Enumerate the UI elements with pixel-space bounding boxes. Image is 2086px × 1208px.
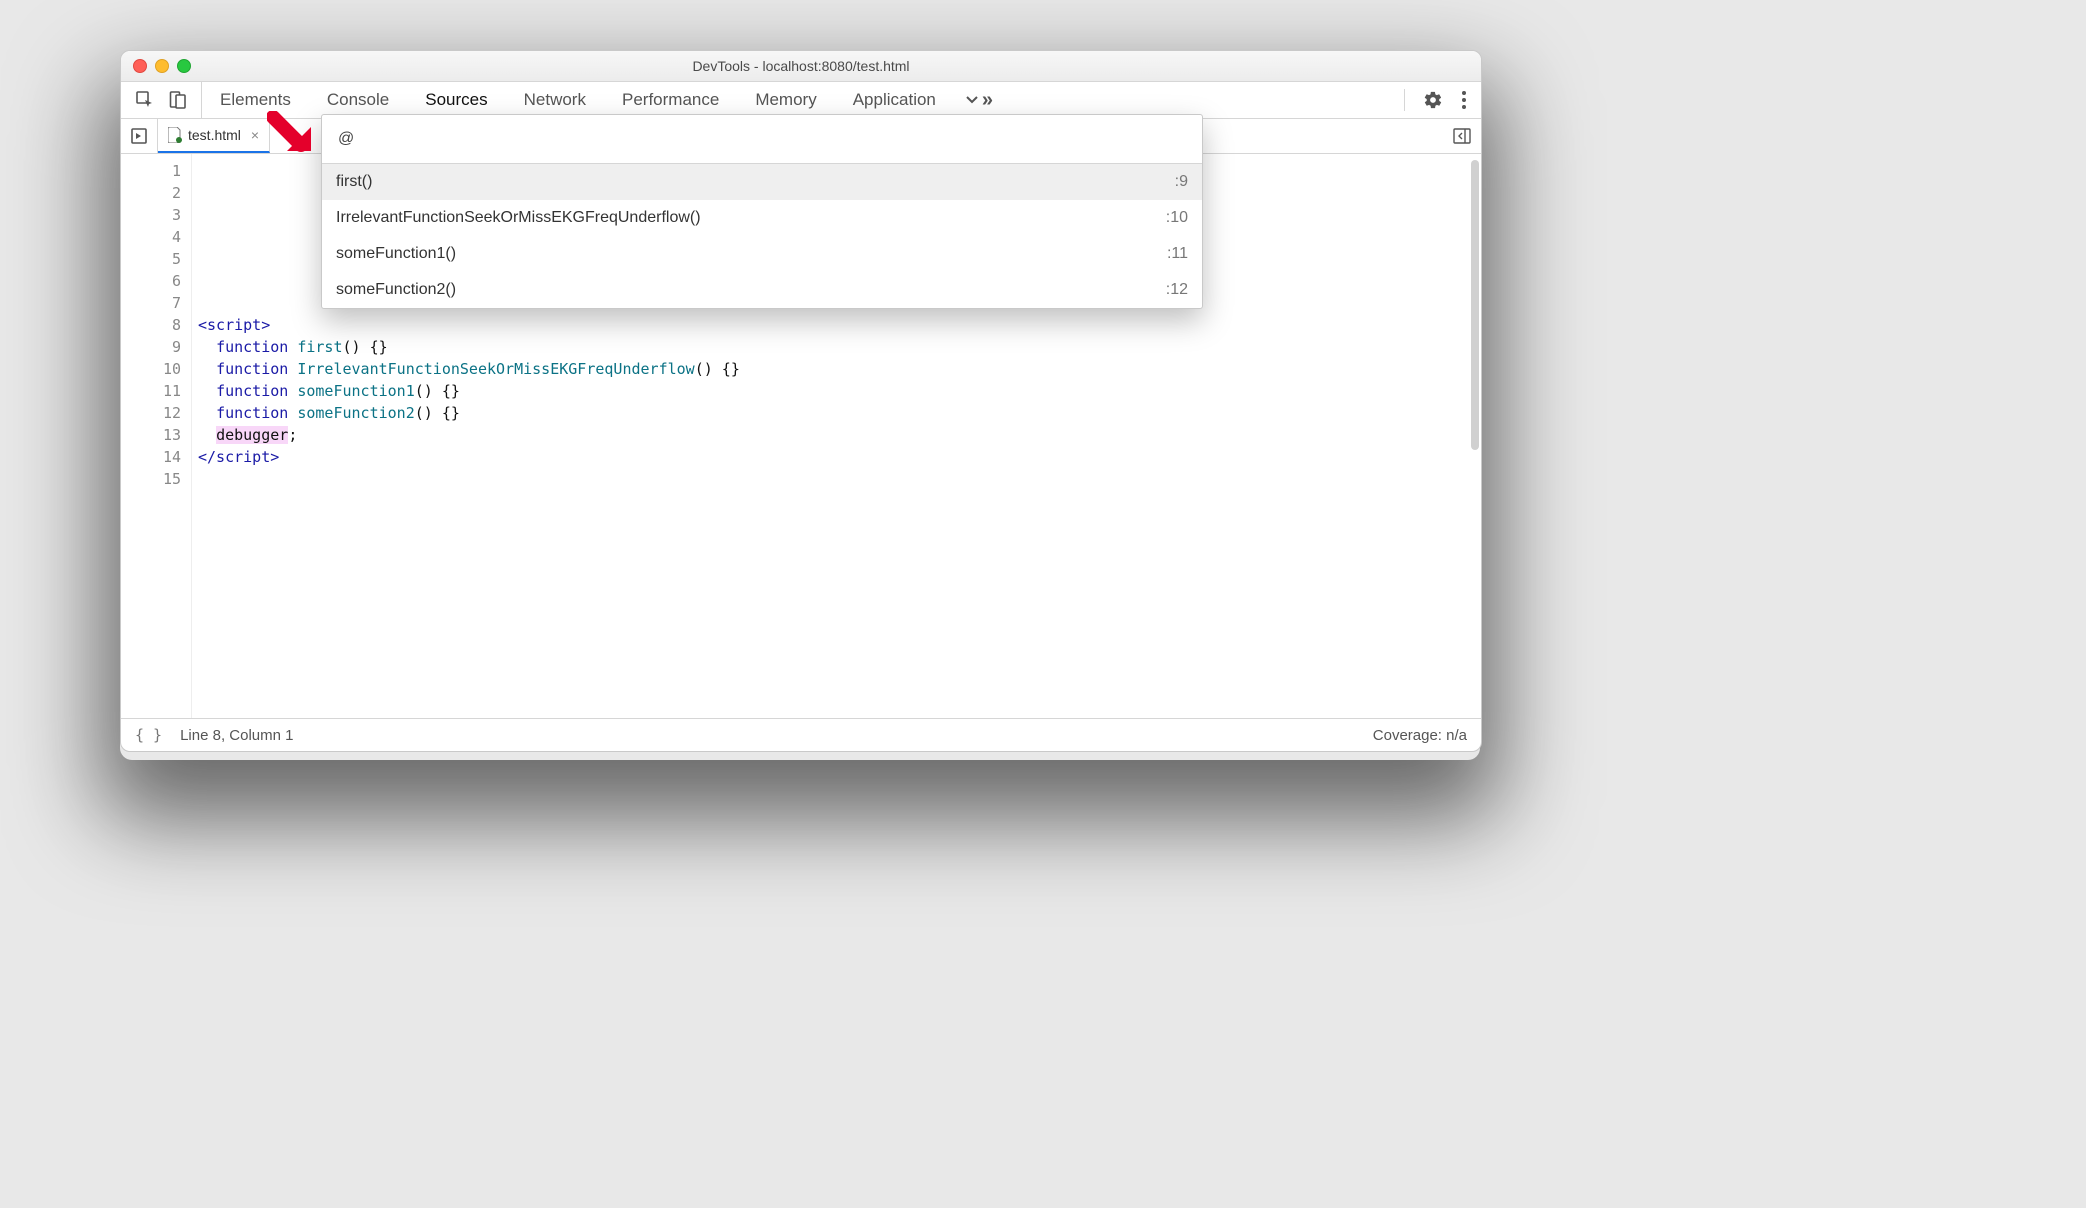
quick-open-input[interactable]: [336, 129, 1188, 149]
close-tab-icon[interactable]: ×: [251, 127, 259, 143]
quick-open-row-line: :10: [1166, 209, 1188, 227]
tab-performance[interactable]: Performance: [604, 82, 737, 118]
tab-sources[interactable]: Sources: [407, 82, 505, 118]
tab-application[interactable]: Application: [835, 82, 954, 118]
quick-open-row-label: someFunction2(): [336, 281, 456, 299]
tab-memory[interactable]: Memory: [737, 82, 834, 118]
kebab-menu-icon[interactable]: [1461, 90, 1467, 110]
quick-open-row-label: someFunction1(): [336, 245, 456, 263]
file-tab-test-html[interactable]: test.html ×: [158, 119, 270, 153]
annotation-arrow-icon: [267, 111, 321, 170]
quick-open-popup: first() :9 IrrelevantFunctionSeekOrMissEKG…: [321, 114, 1203, 309]
cursor-position: Line 8, Column 1: [180, 727, 293, 744]
coverage-status: Coverage: n/a: [1373, 727, 1467, 744]
show-debugger-pane-icon[interactable]: [1453, 128, 1471, 144]
pretty-print-icon[interactable]: { }: [135, 726, 162, 744]
file-tab-label: test.html: [188, 127, 241, 143]
line-gutter: 123456789101112131415: [121, 154, 192, 718]
settings-icon[interactable]: [1423, 90, 1443, 110]
quick-open-row[interactable]: someFunction2() :12: [322, 272, 1202, 308]
quick-open-row-label: first(): [336, 173, 372, 191]
quick-open-input-row: [322, 115, 1202, 164]
inspect-element-icon[interactable]: [135, 90, 155, 110]
more-tabs-icon[interactable]: »: [954, 89, 1003, 112]
window-title: DevTools - localhost:8080/test.html: [121, 58, 1481, 74]
show-navigator-icon[interactable]: [131, 128, 147, 144]
status-bar: { } Line 8, Column 1 Coverage: n/a: [121, 718, 1481, 751]
tab-console[interactable]: Console: [309, 82, 407, 118]
quick-open-row-line: :9: [1175, 173, 1188, 191]
quick-open-row-line: :12: [1166, 281, 1188, 299]
quick-open-row[interactable]: first() :9: [322, 164, 1202, 200]
file-icon: [168, 127, 182, 143]
scrollbar[interactable]: [1471, 160, 1479, 450]
quick-open-row[interactable]: someFunction1() :11: [322, 236, 1202, 272]
separator: [1404, 89, 1405, 111]
titlebar: DevTools - localhost:8080/test.html: [121, 51, 1481, 82]
device-toolbar-icon[interactable]: [169, 90, 187, 110]
quick-open-row-line: :11: [1167, 245, 1188, 263]
quick-open-row-label: IrrelevantFunctionSeekOrMissEKGFreqUnder…: [336, 209, 701, 227]
quick-open-row[interactable]: IrrelevantFunctionSeekOrMissEKGFreqUnder…: [322, 200, 1202, 236]
file-tabstrip: test.html × first():9IrrelevantFunctionS…: [121, 119, 1481, 154]
tab-network[interactable]: Network: [506, 82, 604, 118]
devtools-window: DevTools - localhost:8080/test.html Elem…: [120, 50, 1482, 752]
